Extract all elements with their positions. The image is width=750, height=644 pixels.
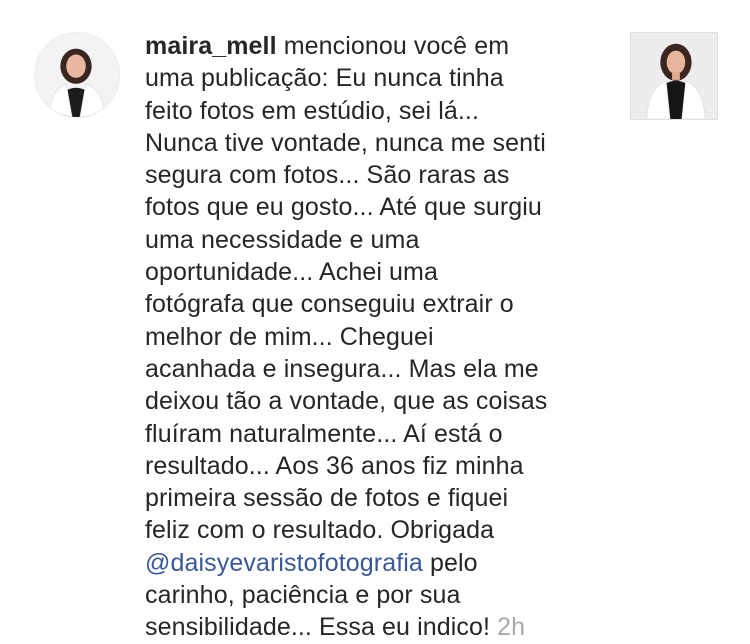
text-line-2: uma publicação: Eu nunca tinha	[145, 64, 504, 93]
text-line-13: fluíram naturalmente... Aí está o	[145, 419, 503, 448]
username-link[interactable]: maira_mell	[145, 32, 277, 60]
text-line-1: maira_mell mencionou você em	[145, 32, 510, 60]
notification-text: maira_mell mencionou você em uma publica…	[145, 30, 610, 644]
text-line-11: acanhada e insegura... Mas ela me	[145, 354, 539, 383]
text-line-18: carinho, paciência e por sua	[145, 581, 461, 610]
avatar-photo-icon	[35, 33, 119, 117]
notification-item[interactable]: maira_mell mencionou você em uma publica…	[0, 0, 750, 644]
text-line-10: melhor de mim... Cheguei	[145, 322, 434, 351]
timestamp: 2h	[497, 613, 526, 642]
post-thumbnail[interactable]	[630, 32, 718, 120]
text-line-6: fotos que eu gosto... Até que surgiu	[145, 193, 542, 222]
text-line-8: oportunidade... Achei uma	[145, 258, 438, 287]
text-line-14: resultado... Aos 36 anos fiz minha	[145, 451, 524, 480]
mention-link[interactable]: @daisyevaristofotografia	[145, 549, 423, 577]
text-line-9: fotógrafa que conseguiu extrair o	[145, 290, 514, 319]
text-line-19: sensibilidade... Essa eu indico! 2h	[145, 613, 526, 642]
text-line-7: uma necessidade e uma	[145, 225, 420, 254]
text-line-15: primeira sessão de fotos e fiquei	[145, 484, 509, 513]
text-line-5: segura com fotos... São raras as	[145, 161, 510, 190]
text-line-16: feliz com o resultado. Obrigada	[145, 516, 495, 545]
text-line-3: feito fotos em estúdio, sei lá...	[145, 96, 480, 125]
profile-avatar[interactable]	[34, 32, 120, 118]
text-line-4: Nunca tive vontade, nunca me senti	[145, 128, 546, 157]
text-line-17: @daisyevaristofotografia pelo	[145, 548, 478, 577]
post-thumbnail-photo-icon	[631, 33, 717, 119]
text-line-12: deixou tão a vontade, que as coisas	[145, 387, 548, 416]
